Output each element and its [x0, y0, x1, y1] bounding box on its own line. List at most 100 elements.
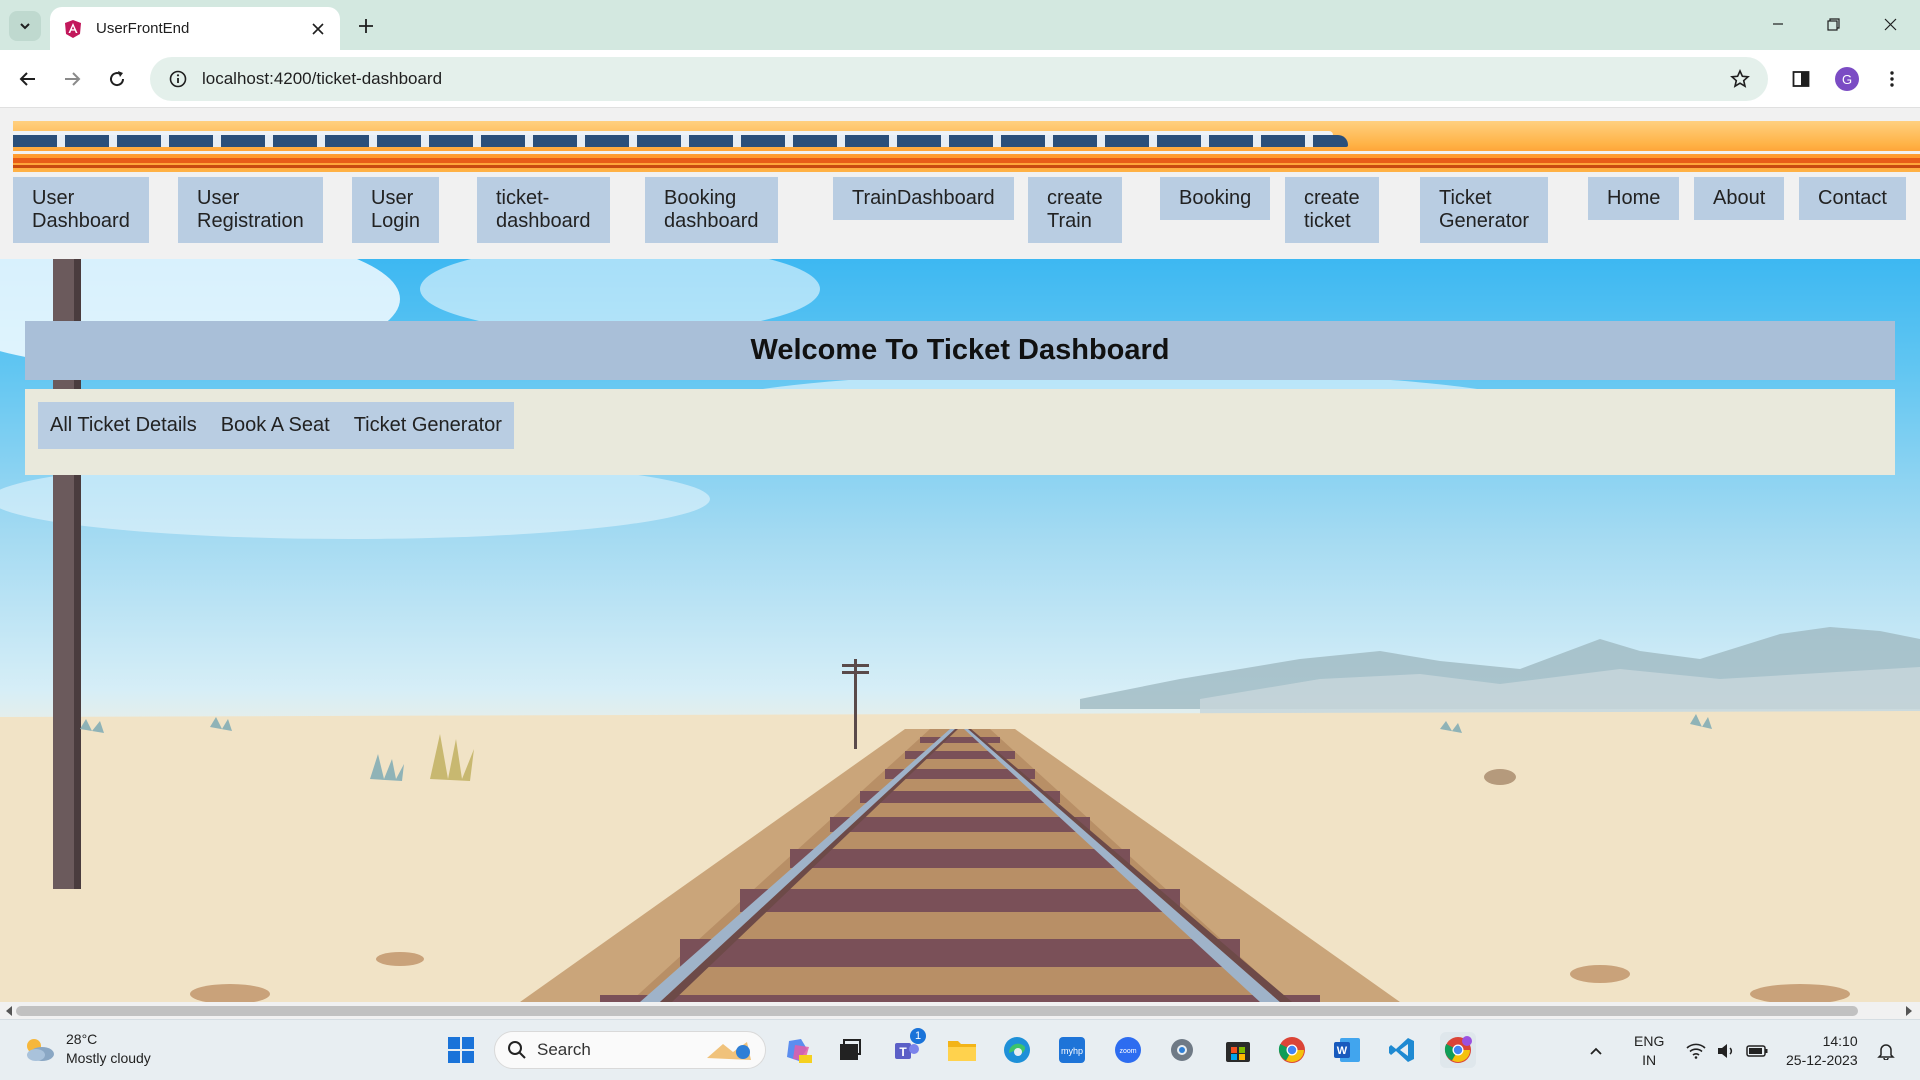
date: 25-12-2023 — [1786, 1051, 1858, 1068]
horizontal-scrollbar[interactable] — [0, 1002, 1920, 1019]
teams-app[interactable]: T 1 — [888, 1028, 926, 1068]
tab-search-button[interactable] — [9, 11, 41, 41]
store-app[interactable] — [1220, 1032, 1256, 1068]
language-indicator[interactable]: ENG IN — [1634, 1020, 1664, 1080]
profile-button[interactable]: G — [1829, 61, 1865, 97]
vscode-app[interactable] — [1384, 1032, 1420, 1068]
nav-booking[interactable]: Booking — [1160, 177, 1271, 220]
arrow-left-icon — [19, 72, 35, 86]
bell-icon — [1877, 1043, 1895, 1060]
nav-home[interactable]: Home — [1588, 177, 1680, 220]
reload-button[interactable] — [99, 61, 135, 97]
taskbar-search[interactable]: Search — [494, 1031, 766, 1069]
chrome-icon — [1444, 1036, 1472, 1063]
new-tab-button[interactable] — [350, 11, 382, 41]
folder-icon — [948, 1041, 976, 1061]
side-panel-button[interactable] — [1783, 61, 1819, 97]
ticket-subnav: All Ticket Details Book A Seat Ticket Ge… — [38, 402, 514, 449]
windows-taskbar: 28°C Mostly cloudy Search T 1 myhp zoom — [0, 1019, 1920, 1080]
restore-icon — [1826, 17, 1840, 31]
nav-train-dashboard[interactable]: TrainDashboard — [833, 177, 1014, 220]
avatar: G — [1835, 67, 1859, 91]
back-button[interactable] — [10, 61, 46, 97]
ticket-subnav-panel: All Ticket Details Book A Seat Ticket Ge… — [25, 389, 1895, 475]
minimize-button[interactable] — [1755, 6, 1801, 42]
time: 14:10 — [1822, 1032, 1858, 1049]
desert-railway-background: Welcome To Ticket Dashboard All Ticket D… — [0, 259, 1920, 1002]
angular-icon — [62, 18, 84, 40]
task-view-icon — [840, 1039, 861, 1060]
nav-user-registration[interactable]: User Registration — [178, 177, 323, 243]
store-icon — [1226, 1042, 1250, 1062]
active-tab[interactable]: UserFrontEnd — [50, 7, 340, 50]
welcome-banner: Welcome To Ticket Dashboard — [25, 321, 1895, 380]
more-vertical-icon — [1890, 71, 1894, 87]
quick-settings[interactable] — [1686, 1020, 1768, 1080]
close-tab-icon[interactable] — [304, 15, 332, 43]
file-explorer-app[interactable] — [944, 1032, 980, 1068]
temperature: 28°C — [66, 1031, 98, 1047]
gear-icon — [1171, 1039, 1193, 1061]
main-navbar: User Dashboard User Registration User Lo… — [13, 177, 1920, 252]
nav-user-dashboard[interactable]: User Dashboard — [13, 177, 149, 243]
bookmark-star-icon[interactable] — [1720, 59, 1760, 99]
vscode-icon — [1389, 1038, 1414, 1062]
word-app[interactable]: W — [1329, 1032, 1365, 1068]
page-viewport: User Dashboard User Registration User Lo… — [0, 109, 1920, 1002]
nav-about[interactable]: About — [1694, 177, 1785, 220]
address-bar[interactable]: localhost:4200/ticket-dashboard — [150, 57, 1768, 101]
nav-ticket-dashboard[interactable]: ticket- dashboard — [477, 177, 610, 243]
volume-icon — [1718, 1043, 1733, 1058]
cloudy-weather-icon — [27, 1039, 54, 1061]
browser-menu-button[interactable] — [1874, 61, 1910, 97]
close-icon — [1884, 18, 1896, 30]
chrome-app[interactable] — [1274, 1032, 1310, 1068]
site-info-icon[interactable] — [156, 57, 200, 101]
myhp-icon: myhp — [1059, 1037, 1085, 1063]
scrollbar-thumb[interactable] — [16, 1006, 1858, 1016]
clock[interactable]: 14:10 25-12-2023 — [1786, 1020, 1858, 1080]
scroll-left-icon[interactable] — [5, 1006, 13, 1016]
copilot-app[interactable] — [780, 1032, 816, 1068]
train-banner-image — [13, 121, 1920, 172]
task-view-app[interactable] — [832, 1032, 868, 1068]
chevron-up-icon[interactable] — [1588, 1043, 1604, 1059]
settings-app[interactable] — [1164, 1032, 1200, 1068]
subnav-all-ticket-details[interactable]: All Ticket Details — [38, 414, 209, 437]
browser-toolbar: localhost:4200/ticket-dashboard G — [0, 50, 1920, 108]
forward-button[interactable] — [54, 61, 90, 97]
search-highlight-icon — [707, 1042, 751, 1060]
page-title: Welcome To Ticket Dashboard — [750, 334, 1170, 366]
system-tray — [1588, 1020, 1604, 1080]
subnav-ticket-generator[interactable]: Ticket Generator — [342, 414, 514, 437]
start-button[interactable] — [443, 1032, 479, 1068]
tab-title: UserFrontEnd — [96, 20, 190, 37]
svg-text:myhp: myhp — [1061, 1046, 1083, 1056]
nav-booking-dashboard[interactable]: Booking dashboard — [645, 177, 778, 243]
svg-text:zoom: zoom — [1119, 1048, 1136, 1055]
weather-widget[interactable]: 28°C Mostly cloudy — [22, 1030, 151, 1068]
restore-button[interactable] — [1810, 6, 1856, 42]
notification-center[interactable] — [1877, 1020, 1895, 1080]
zoom-app[interactable]: zoom — [1110, 1032, 1146, 1068]
word-icon: W — [1334, 1038, 1360, 1062]
scroll-right-icon[interactable] — [1905, 1006, 1913, 1016]
url-text[interactable]: localhost:4200/ticket-dashboard — [202, 69, 1720, 89]
edge-icon — [1004, 1037, 1030, 1063]
nav-contact[interactable]: Contact — [1799, 177, 1906, 220]
nav-ticket-generator[interactable]: Ticket Generator — [1420, 177, 1549, 243]
nav-create-ticket[interactable]: create ticket — [1285, 177, 1379, 243]
nav-user-login[interactable]: User Login — [352, 177, 439, 243]
edge-app[interactable] — [999, 1032, 1035, 1068]
subnav-book-a-seat[interactable]: Book A Seat — [209, 414, 342, 437]
chevron-down-icon — [20, 23, 30, 30]
svg-text:T: T — [899, 1045, 907, 1059]
side-panel-icon — [1792, 71, 1810, 87]
chrome-profile-app[interactable] — [1440, 1032, 1476, 1068]
zoom-icon: zoom — [1115, 1037, 1141, 1063]
language-code: ENG — [1634, 1032, 1665, 1049]
chrome-icon — [1278, 1037, 1305, 1063]
myhp-app[interactable]: myhp — [1054, 1032, 1090, 1068]
close-window-button[interactable] — [1867, 6, 1913, 42]
nav-create-train[interactable]: create Train — [1028, 177, 1122, 243]
